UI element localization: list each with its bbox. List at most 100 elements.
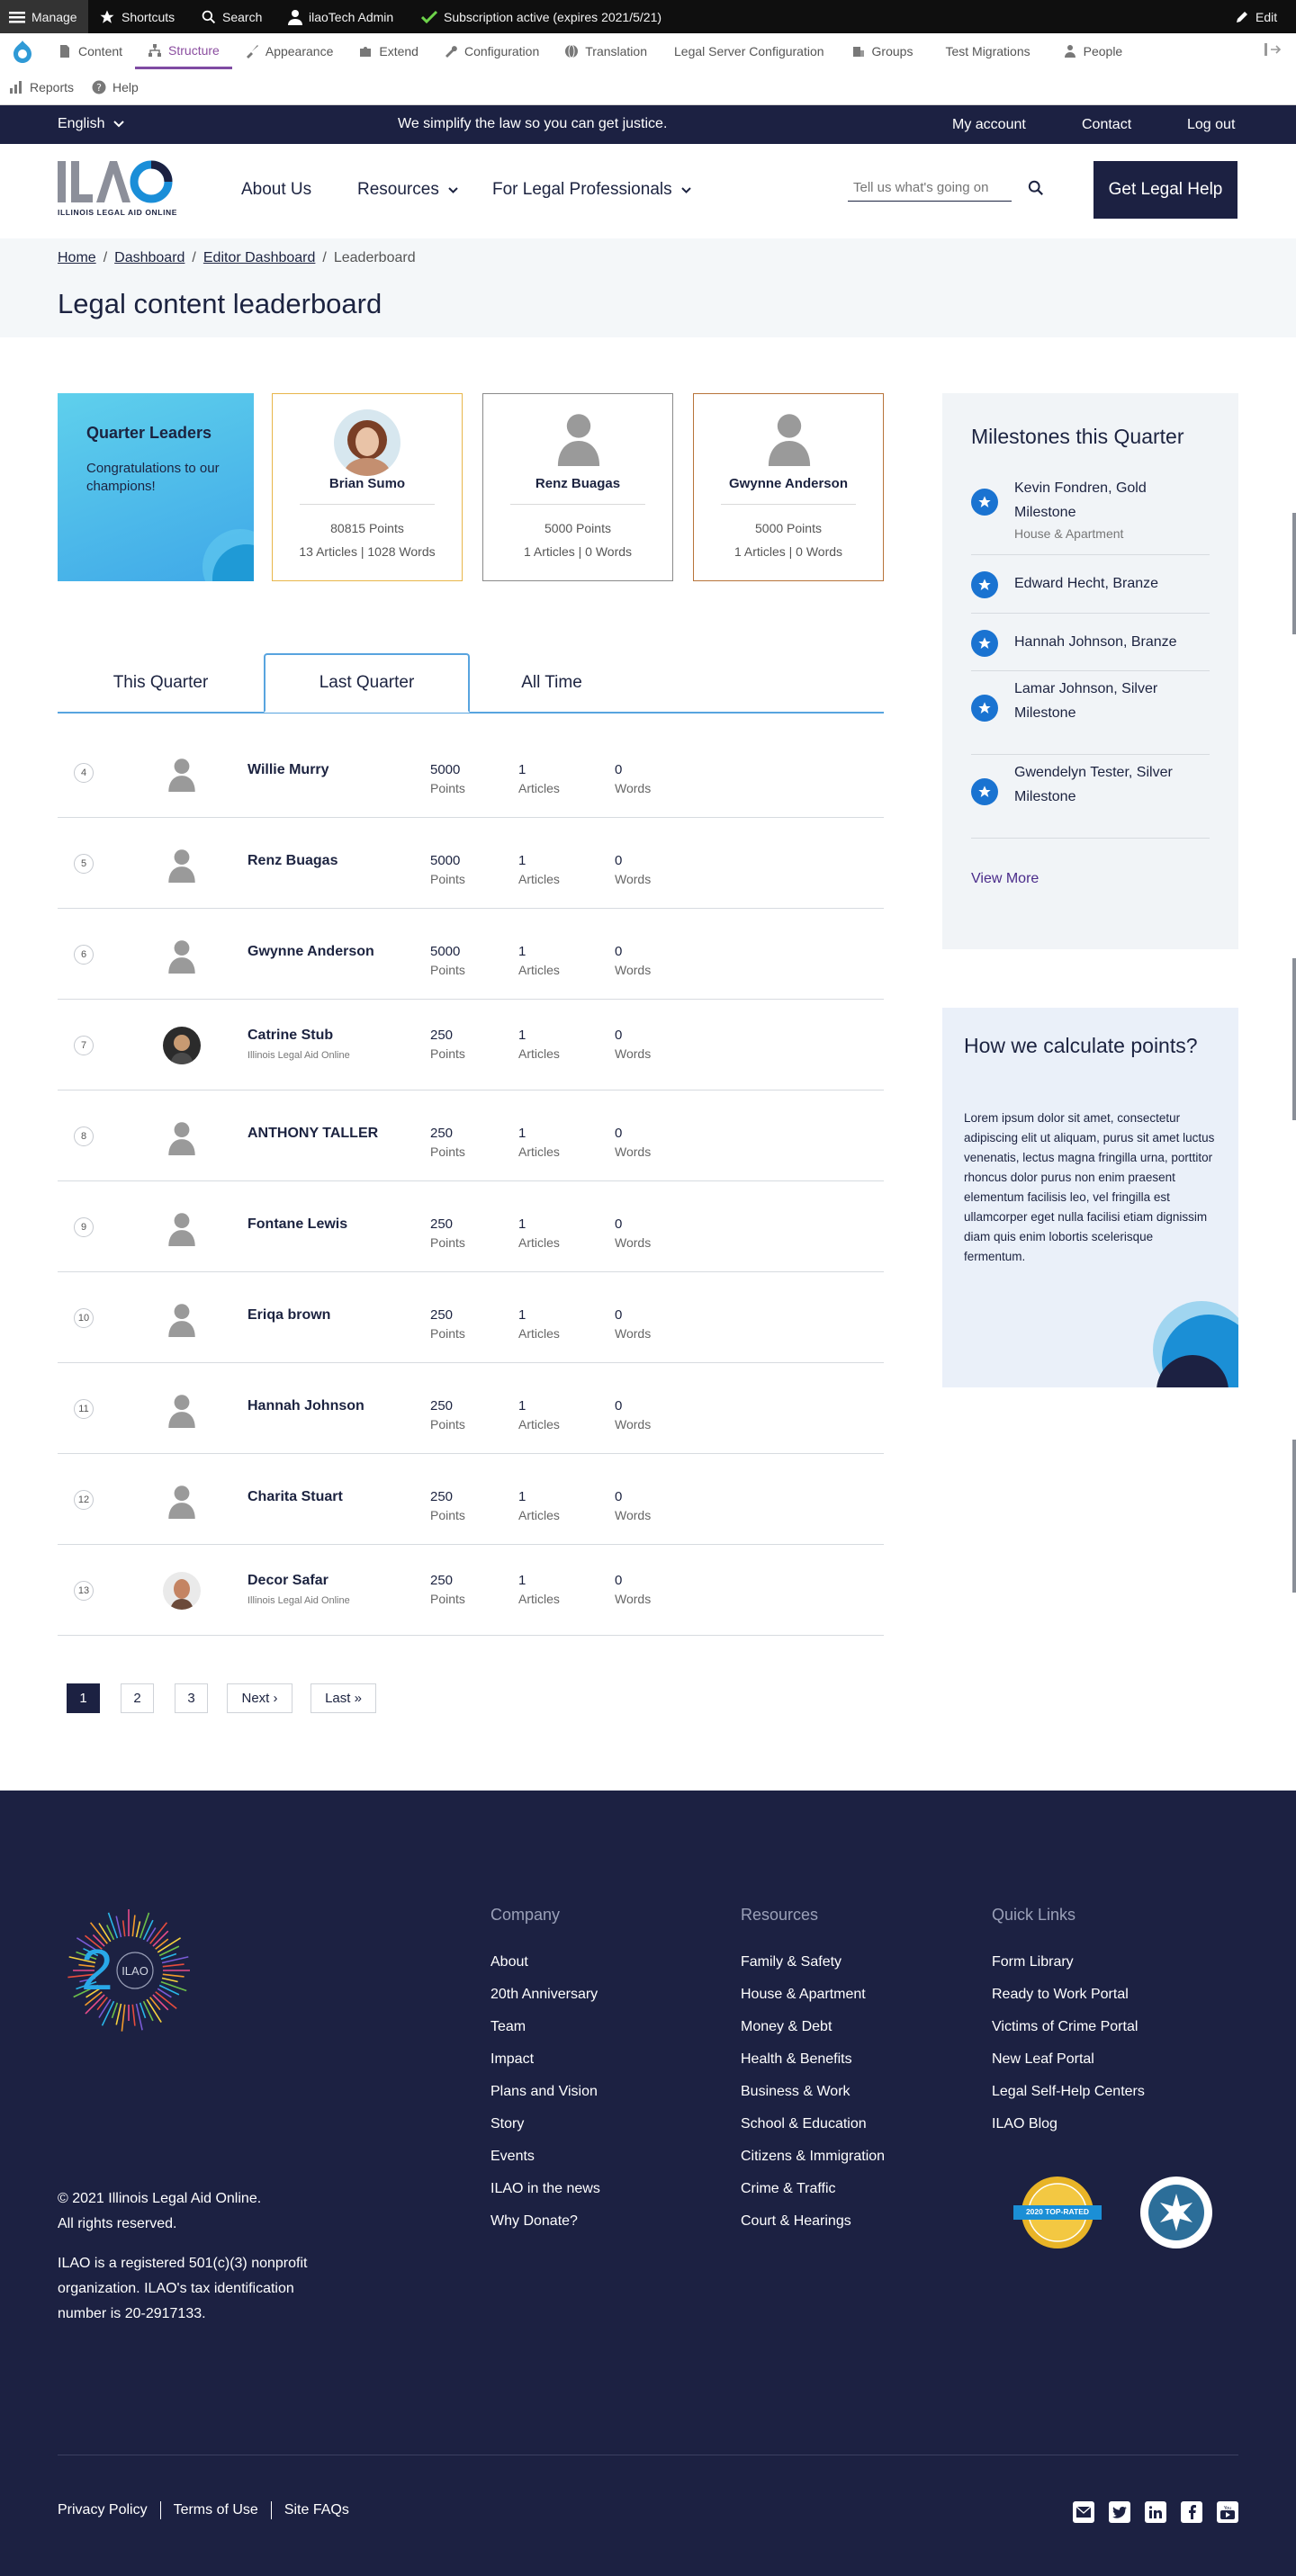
terms-of-use-link[interactable]: Terms of Use [174, 2502, 258, 2518]
footer-link[interactable]: Impact [490, 2051, 534, 2068]
nav-resources[interactable]: Resources [357, 180, 458, 200]
footer-link[interactable]: Team [490, 2019, 526, 2035]
footer-link[interactable]: Family & Safety [741, 1954, 842, 1970]
footer-link[interactable]: Legal Self-Help Centers [992, 2084, 1145, 2100]
user-name[interactable]: ANTHONY TALLER [248, 1126, 378, 1142]
search-submit-button[interactable] [1028, 180, 1044, 201]
subscription-status[interactable]: Subscription active (expires 2021/5/21) [421, 0, 662, 33]
breadcrumb-editor-dashboard[interactable]: Editor Dashboard [203, 250, 316, 266]
tray-configuration[interactable]: Configuration [431, 33, 552, 69]
footer-link[interactable]: ILAO in the news [490, 2181, 600, 2197]
tray-reports[interactable]: Reports [0, 69, 83, 105]
view-more-link[interactable]: View More [971, 871, 1039, 887]
footer-link[interactable]: Court & Hearings [741, 2213, 851, 2230]
user-name[interactable]: Willie Murry [248, 762, 329, 778]
breadcrumb-home[interactable]: Home [58, 250, 96, 266]
tray-legal-server[interactable]: Legal Server Configuration [660, 33, 839, 69]
footer-link[interactable]: ILAO Blog [992, 2116, 1058, 2132]
youtube-icon[interactable]: You [1217, 2501, 1238, 2523]
twitter-icon[interactable] [1109, 2501, 1130, 2523]
footer-link[interactable]: Events [490, 2149, 535, 2165]
tray-people[interactable]: People [1050, 33, 1136, 69]
footer-link[interactable]: Ready to Work Portal [992, 1987, 1129, 2003]
tray-test-migrations[interactable]: Test Migrations [925, 33, 1049, 69]
edit-button[interactable]: Edit [1235, 0, 1277, 33]
user-name[interactable]: Charita Stuart [248, 1489, 343, 1505]
tray-groups[interactable]: Groups [839, 33, 926, 69]
table-row[interactable]: 9 Fontane Lewis 250 Points 1 Articles 0 Words [58, 1181, 884, 1272]
user-name[interactable]: Catrine Stub [248, 1028, 333, 1044]
tray-translation[interactable]: Translation [552, 33, 660, 69]
user-name[interactable]: Decor Safar [248, 1573, 328, 1589]
breadcrumb-dashboard[interactable]: Dashboard [114, 250, 184, 266]
tab-last-quarter[interactable]: Last Quarter [264, 653, 470, 713]
contact-link[interactable]: Contact [1082, 117, 1131, 133]
pager-last[interactable]: Last » [310, 1683, 376, 1713]
user-name[interactable]: Hannah Johnson [248, 1398, 364, 1414]
footer-link[interactable]: Money & Debt [741, 2019, 832, 2035]
search-toolbar-button[interactable]: Search [202, 0, 262, 33]
user-name[interactable]: Fontane Lewis [248, 1216, 347, 1233]
search-input[interactable] [848, 175, 1012, 202]
drupal-logo-icon[interactable] [0, 33, 45, 69]
user-name[interactable]: Gwynne Anderson [248, 944, 374, 960]
privacy-policy-link[interactable]: Privacy Policy [58, 2502, 148, 2518]
table-row[interactable]: 6 Gwynne Anderson 5000 Points 1 Articles 0 Word… [58, 909, 884, 1000]
tray-structure[interactable]: Structure [135, 33, 232, 69]
manage-button[interactable]: Manage [0, 0, 88, 33]
pager-page-1[interactable]: 1 [67, 1683, 100, 1713]
nav-about-us[interactable]: About Us [241, 180, 311, 200]
user-name[interactable]: Eriqa brown [248, 1307, 330, 1324]
tray-label: Translation [585, 44, 647, 58]
my-account-link[interactable]: My account [952, 117, 1026, 133]
user-name[interactable]: Renz Buagas [248, 853, 338, 869]
tab-all-time[interactable]: All Time [470, 653, 634, 713]
tab-this-quarter[interactable]: This Quarter [58, 653, 264, 713]
footer-link[interactable]: 20th Anniversary [490, 1987, 598, 2003]
tray-help[interactable]: ? Help [83, 69, 148, 105]
email-icon[interactable] [1073, 2501, 1094, 2523]
language-select[interactable]: English [58, 116, 125, 132]
tray-appearance[interactable]: Appearance [232, 33, 346, 69]
site-faqs-link[interactable]: Site FAQs [284, 2502, 349, 2518]
nav-legal-professionals[interactable]: For Legal Professionals [492, 180, 691, 200]
divider [300, 504, 435, 505]
footer-link[interactable]: Form Library [992, 1954, 1074, 1970]
facebook-icon[interactable] [1181, 2501, 1202, 2523]
shortcuts-button[interactable]: Shortcuts [99, 0, 175, 33]
table-row[interactable]: 12 Charita Stuart 250 Points 1 Articles 0 Words [58, 1454, 884, 1545]
logout-link[interactable]: Log out [1187, 117, 1235, 133]
brush-icon [246, 45, 258, 58]
ilao-logo[interactable]: ILLINOIS LEGAL AID ONLINE [58, 159, 176, 220]
articles-value: 1 [518, 944, 526, 959]
footer-link[interactable]: Story [490, 2116, 524, 2132]
table-row[interactable]: 5 Renz Buagas 5000 Points 1 Articles 0 Words [58, 818, 884, 909]
footer-link[interactable]: Plans and Vision [490, 2084, 598, 2100]
table-row[interactable]: 7 Catrine Stub Illinois Legal Aid Online 25… [58, 1000, 884, 1091]
get-legal-help-button[interactable]: Get Legal Help [1094, 161, 1238, 219]
footer-link[interactable]: Victims of Crime Portal [992, 2019, 1138, 2035]
table-row[interactable]: 4 Willie Murry 5000 Points 1 Articles 0 Words [58, 727, 884, 818]
table-row[interactable]: 11 Hannah Johnson 250 Points 1 Articles 0 Words [58, 1363, 884, 1454]
footer-link[interactable]: Health & Benefits [741, 2051, 852, 2068]
pager-page-3[interactable]: 3 [175, 1683, 208, 1713]
tray-label: Appearance [265, 44, 334, 58]
footer-link[interactable]: Why Donate? [490, 2213, 578, 2230]
footer-link[interactable]: School & Education [741, 2116, 867, 2132]
tray-extend[interactable]: Extend [346, 33, 431, 69]
tray-content[interactable]: Content [45, 33, 135, 69]
user-button[interactable]: ilaoTech Admin [288, 0, 393, 33]
pager-page-2[interactable]: 2 [121, 1683, 154, 1713]
footer-link[interactable]: New Leaf Portal [992, 2051, 1094, 2068]
footer-link[interactable]: About [490, 1954, 528, 1970]
footer-link[interactable]: Business & Work [741, 2084, 850, 2100]
footer-link[interactable]: Crime & Traffic [741, 2181, 836, 2197]
table-row[interactable]: 13 Decor Safar Illinois Legal Aid Online 25… [58, 1545, 884, 1636]
footer-link[interactable]: House & Apartment [741, 1987, 866, 2003]
pager-next[interactable]: Next › [227, 1683, 292, 1713]
linkedin-icon[interactable] [1145, 2501, 1166, 2523]
table-row[interactable]: 10 Eriqa brown 250 Points 1 Articles 0 Words [58, 1272, 884, 1363]
tray-orientation-toggle[interactable] [1264, 40, 1285, 62]
table-row[interactable]: 8 ANTHONY TALLER 250 Points 1 Articles 0 Words [58, 1091, 884, 1181]
footer-link[interactable]: Citizens & Immigration [741, 2149, 885, 2165]
